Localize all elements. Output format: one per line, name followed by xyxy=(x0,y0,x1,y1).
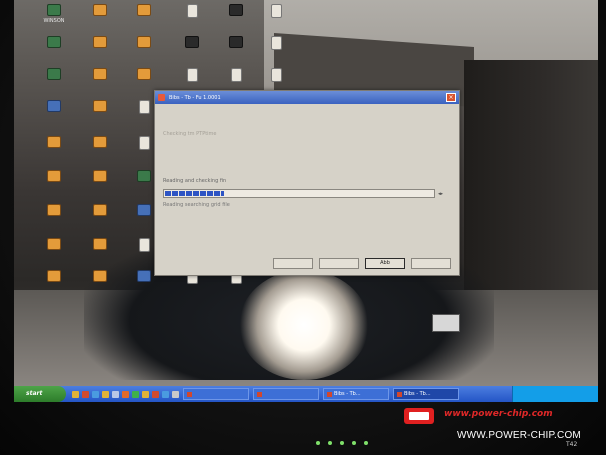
quicklaunch-icon[interactable] xyxy=(112,390,119,398)
window-icon xyxy=(187,391,192,397)
window-icon xyxy=(397,391,402,397)
quicklaunch-icon[interactable] xyxy=(172,390,179,398)
document-icon xyxy=(138,136,150,150)
bezel-status-leds xyxy=(316,441,368,445)
system-tray xyxy=(512,386,598,402)
folder-icon xyxy=(93,238,107,250)
document-icon xyxy=(270,68,282,82)
application-icon xyxy=(137,170,151,182)
quicklaunch-icon[interactable] xyxy=(72,390,79,398)
dialog-button-1[interactable] xyxy=(273,258,313,269)
progress-arrows-icon: ◂▸ xyxy=(438,190,444,197)
progress-fill xyxy=(165,191,225,196)
quicklaunch-icon[interactable] xyxy=(132,390,139,398)
taskbar-task-label: Bibs - Tb... xyxy=(404,391,431,397)
taskbar: start Bibs - Tb... Bibs - Tb... xyxy=(14,386,598,402)
start-button[interactable]: start xyxy=(14,386,66,402)
bezel-model-label: T42 xyxy=(566,441,578,448)
quicklaunch-icon[interactable] xyxy=(142,390,149,398)
application-icon xyxy=(47,68,61,80)
folder-icon xyxy=(137,68,151,80)
progress-dialog: Bibs - Tb - Fu 1.0001 × Checking tm PTPt… xyxy=(154,90,460,276)
camera-flash-glare xyxy=(239,270,369,380)
progress-status: Reading and checking fin xyxy=(163,178,227,184)
folder-icon xyxy=(93,270,107,282)
task-buttons: Bibs - Tb... Bibs - Tb... xyxy=(179,388,459,400)
folder-icon xyxy=(47,270,61,282)
application-icon xyxy=(185,36,199,48)
watermark-url-red: www.power-chip.com xyxy=(444,409,553,419)
application-icon xyxy=(229,36,243,48)
folder-icon xyxy=(93,4,107,16)
document-icon xyxy=(138,100,150,114)
desktop-icon-label: WINSON xyxy=(43,18,65,24)
quicklaunch-icon[interactable] xyxy=(82,390,89,398)
quicklaunch-icon[interactable] xyxy=(162,390,169,398)
window-icon xyxy=(327,391,332,397)
folder-icon xyxy=(93,136,107,148)
power-chip-logo-icon xyxy=(404,408,434,424)
progress-substatus: Reading searching grid file xyxy=(163,202,230,208)
application-icon xyxy=(137,270,151,282)
dialog-button-2[interactable] xyxy=(319,258,359,269)
progress-bar xyxy=(163,189,435,198)
desktop-icon[interactable] xyxy=(248,68,304,84)
folder-icon xyxy=(137,4,151,16)
application-icon xyxy=(47,36,61,48)
folder-icon xyxy=(93,68,107,80)
taskbar-task-button[interactable] xyxy=(253,388,319,400)
document-icon xyxy=(270,36,282,50)
application-icon xyxy=(137,204,151,216)
taskbar-task-label: Bibs - Tb... xyxy=(334,391,361,397)
folder-icon xyxy=(93,36,107,48)
quicklaunch-icon[interactable] xyxy=(122,390,129,398)
folder-icon xyxy=(137,36,151,48)
dialog-message: Checking tm PTPtime xyxy=(163,131,217,137)
dialog-button-4[interactable] xyxy=(411,258,451,269)
taskbar-task-button[interactable]: Bibs - Tb... xyxy=(323,388,389,400)
folder-icon xyxy=(93,204,107,216)
close-icon[interactable]: × xyxy=(446,93,456,102)
folder-icon xyxy=(47,170,61,182)
watermark-url-white: WWW.POWER-CHIP.COM xyxy=(457,430,581,441)
application-icon xyxy=(47,100,61,112)
taskbar-task-button[interactable]: Bibs - Tb... xyxy=(393,388,459,400)
folder-icon xyxy=(47,204,61,216)
window-icon xyxy=(257,391,262,397)
folder-icon xyxy=(47,136,61,148)
application-icon xyxy=(229,4,243,16)
application-icon xyxy=(47,4,61,16)
document-icon xyxy=(138,238,150,252)
folder-icon xyxy=(93,170,107,182)
quicklaunch-icon[interactable] xyxy=(152,390,159,398)
wallpaper-license-plate xyxy=(432,314,460,332)
document-icon xyxy=(230,68,242,82)
app-icon xyxy=(158,94,165,101)
desktop-icon[interactable] xyxy=(248,4,304,20)
folder-icon xyxy=(93,100,107,112)
taskbar-task-button[interactable] xyxy=(183,388,249,400)
quicklaunch-icon[interactable] xyxy=(102,390,109,398)
dialog-title: Bibs - Tb - Fu 1.0001 xyxy=(169,94,221,101)
document-icon xyxy=(186,68,198,82)
folder-icon xyxy=(47,238,61,250)
desktop-icon[interactable] xyxy=(248,36,304,52)
document-icon xyxy=(186,4,198,18)
document-icon xyxy=(270,4,282,18)
quicklaunch-icon[interactable] xyxy=(92,390,99,398)
quick-launch xyxy=(72,390,179,398)
dialog-titlebar[interactable]: Bibs - Tb - Fu 1.0001 × xyxy=(155,91,459,104)
dialog-button-abort[interactable]: Abb xyxy=(365,258,405,269)
